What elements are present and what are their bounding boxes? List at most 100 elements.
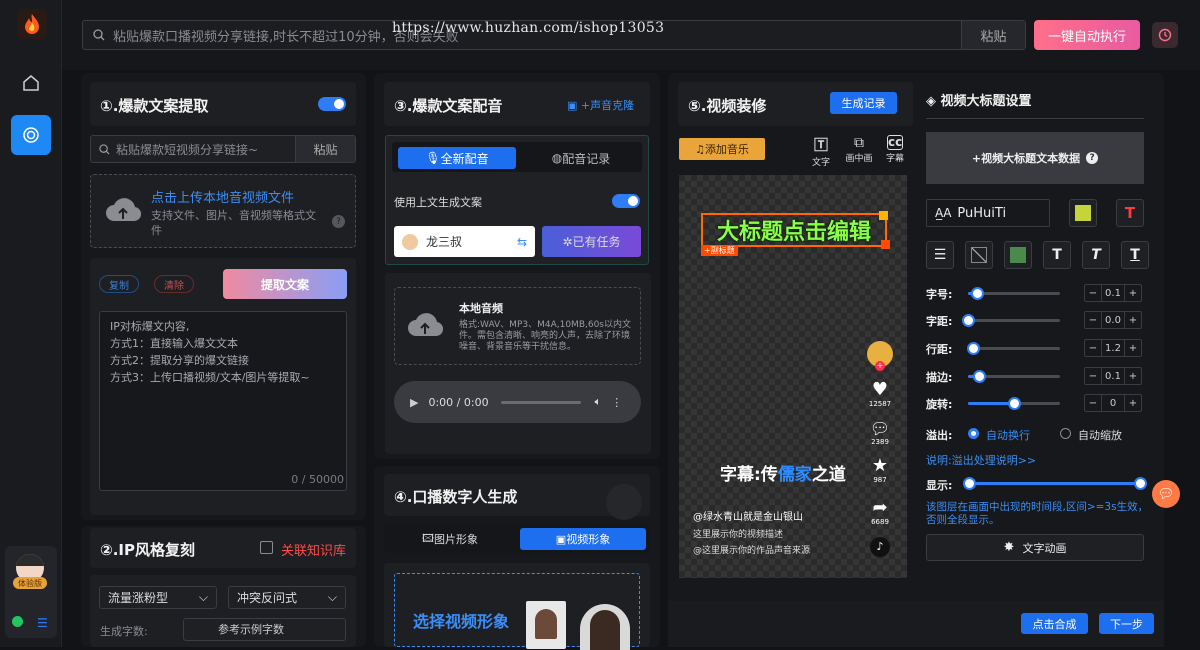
link-input[interactable]: 粘贴爆款短视频分享链接~ [110, 141, 295, 158]
compose-button[interactable]: 点击合成 [1021, 613, 1088, 634]
audio-dropzone[interactable]: 本地音频 格式:WAV、MP3、M4A,10MB,60s以内文件。需包含清晰、响… [394, 287, 641, 365]
radio-wrap[interactable] [968, 428, 979, 439]
chat-icon: 💬︎ [1157, 486, 1175, 502]
spacing-stepper[interactable]: −0.0 + [1084, 311, 1142, 329]
panel-dubbing: ③.爆款文案配音 ▣ +声音克隆 🎙︎ 全新配音 ◍ 配音记录 使用上文生成文案… [374, 73, 660, 459]
stroke-color-picker[interactable] [1004, 241, 1032, 269]
gen-count-select[interactable]: 参考示例字数 [183, 618, 346, 641]
avatar-thumb[interactable] [526, 601, 566, 649]
tool-text[interactable]: 🅃︎ 文字 [808, 135, 834, 168]
rotate-stepper[interactable]: −0 + [1084, 394, 1142, 412]
kb-checkbox[interactable] [260, 541, 273, 554]
rotate-slider[interactable] [968, 397, 1060, 410]
align-button[interactable]: ☰ [926, 241, 954, 269]
tool-subtitle[interactable]: cc 字幕 [882, 135, 908, 164]
line-height-value[interactable]: 1.2 [1101, 340, 1125, 356]
use-context-label: 使用上文生成文案 [394, 196, 482, 209]
hook-select[interactable]: 冲突反问式 ⌵ [228, 586, 346, 609]
add-music-button[interactable]: ♫ 添加音乐 [679, 138, 765, 160]
slider-knob[interactable] [962, 314, 975, 327]
tab-dub-record[interactable]: ◍ 配音记录 [522, 147, 640, 169]
sub-title-tag[interactable]: +副标题 [701, 245, 738, 256]
line-height-slider[interactable] [966, 342, 1060, 355]
font-select[interactable]: A̲A PuHuiTi [926, 199, 1050, 227]
gen-record-button[interactable]: 生成记录 [830, 92, 897, 114]
stroke-slider[interactable] [968, 370, 1060, 383]
use-context-toggle[interactable] [612, 194, 640, 208]
underline-button[interactable]: T [1121, 241, 1149, 269]
volume-icon[interactable]: 🔈︎ [595, 395, 602, 409]
line-height-stepper[interactable]: −1.2 + [1084, 339, 1142, 357]
source-textarea[interactable]: IP对标爆文内容, 方式1：直接输入爆文文本 方式2：提取分享的爆文链接 方式3… [99, 311, 347, 491]
resize-handle[interactable] [881, 240, 890, 249]
text-color-button[interactable]: T [1116, 199, 1144, 227]
add-title-data-button[interactable]: +视频大标题文本数据? [926, 132, 1144, 184]
fill-color-picker[interactable] [1069, 199, 1097, 227]
subtitle-text[interactable]: 字幕:传儒家之道 [720, 460, 846, 485]
help-icon[interactable]: ? [1086, 152, 1099, 164]
rail-workspace-button[interactable] [11, 115, 51, 155]
menu-icon[interactable]: ☰ [37, 616, 48, 630]
spacing-slider[interactable] [962, 314, 1060, 327]
help-icon[interactable]: ? [332, 215, 345, 228]
voice-clone-button[interactable]: ▣ +声音克隆 [567, 97, 634, 113]
main-paste-button[interactable]: 粘贴 [961, 21, 1025, 49]
comments-stat[interactable]: 💬︎ 2389 [865, 419, 895, 446]
favs-stat[interactable]: ★ 987 [865, 455, 895, 484]
radio-shrink[interactable] [1060, 428, 1071, 439]
range-start-knob[interactable] [963, 477, 976, 490]
lock-icon[interactable] [879, 211, 888, 220]
more-vertical-icon[interactable]: ⋮ [611, 396, 622, 409]
shares-stat[interactable]: ➦ 6689 [865, 497, 895, 526]
link-paste-button[interactable]: 粘贴 [295, 136, 355, 162]
slider-knob[interactable] [973, 370, 987, 383]
tool-pip[interactable]: ⧉ 画中画 [844, 135, 874, 164]
italic-button[interactable]: T [1082, 241, 1110, 269]
tab-video-avatar[interactable]: ▣ 视频形象 [520, 528, 646, 550]
copy-button[interactable]: 复制 [99, 275, 139, 293]
no-stroke-button[interactable] [965, 241, 993, 269]
tab-new-dub[interactable]: 🎙︎ 全新配音 [398, 147, 516, 169]
rotate-value[interactable]: 0 [1101, 395, 1125, 411]
range-end-knob[interactable] [1134, 477, 1147, 490]
follow-plus-icon[interactable]: + [875, 361, 885, 371]
bold-button[interactable]: T [1043, 241, 1071, 269]
no-color-icon [971, 247, 987, 263]
spacing-value[interactable]: 0.0 [1101, 312, 1125, 328]
history-button[interactable] [1152, 22, 1178, 48]
rail-home-button[interactable] [11, 63, 51, 103]
style-select[interactable]: 流量涨粉型 ⌵ [99, 586, 217, 609]
overflow-note-link[interactable]: 说明:溢出处理说明>> [926, 452, 1036, 468]
next-button[interactable]: 下一步 [1099, 613, 1154, 634]
panel1-toggle[interactable] [318, 97, 346, 111]
avatar-chooser: 选择视频形象 [384, 563, 650, 650]
chat-support-button[interactable]: 💬︎ [1152, 480, 1180, 508]
audio-progress[interactable] [500, 400, 581, 404]
stroke-stepper[interactable]: −0.1 + [1084, 367, 1142, 385]
play-icon[interactable]: ▶ [410, 396, 418, 409]
color-swatch [1075, 205, 1091, 221]
existing-task-button[interactable]: ✲ 已有任务 [542, 226, 641, 257]
text-animation-button[interactable]: ✸ 文字动画 [926, 534, 1144, 561]
auto-run-button[interactable]: 一键自动执行 [1034, 20, 1140, 50]
voice-selector[interactable]: 龙三叔 ⇆ [394, 226, 535, 257]
big-title-text[interactable]: 大标题点击编辑 [701, 213, 887, 247]
stroke-value[interactable]: 0.1 [1101, 368, 1125, 384]
tab-image-avatar[interactable]: 🖾︎ 图片形象 [388, 528, 512, 550]
show-range-slider[interactable] [963, 477, 1147, 490]
slider-knob[interactable] [971, 287, 985, 300]
help-bubble[interactable] [606, 484, 642, 520]
decor-toolbar: ♫ 添加音乐 🅃︎ 文字 ⧉ 画中画 cc 字幕 [678, 133, 907, 174]
tiktok-icon[interactable]: ♪ [870, 537, 890, 557]
video-preview[interactable]: 大标题点击编辑 +副标题 + ♥ 12587 💬︎ 2389 ★ 987 ➦ 6689 … [679, 175, 907, 578]
slider-knob[interactable] [966, 342, 980, 355]
avatar-dropzone[interactable]: 选择视频形象 [394, 573, 640, 650]
size-stepper[interactable]: −0.1 + [1084, 284, 1142, 302]
size-slider[interactable] [968, 287, 1060, 300]
slider-knob[interactable] [1008, 397, 1021, 410]
size-value[interactable]: 0.1 [1101, 285, 1125, 301]
extract-button[interactable]: 提取文案 [223, 269, 347, 299]
likes-stat[interactable]: ♥ 12587 [865, 379, 895, 408]
upload-dropzone[interactable]: 点击上传本地音视频文件 支持文件、图片、音视频等格式文件 ? [90, 174, 356, 248]
clear-button[interactable]: 清除 [154, 275, 194, 293]
